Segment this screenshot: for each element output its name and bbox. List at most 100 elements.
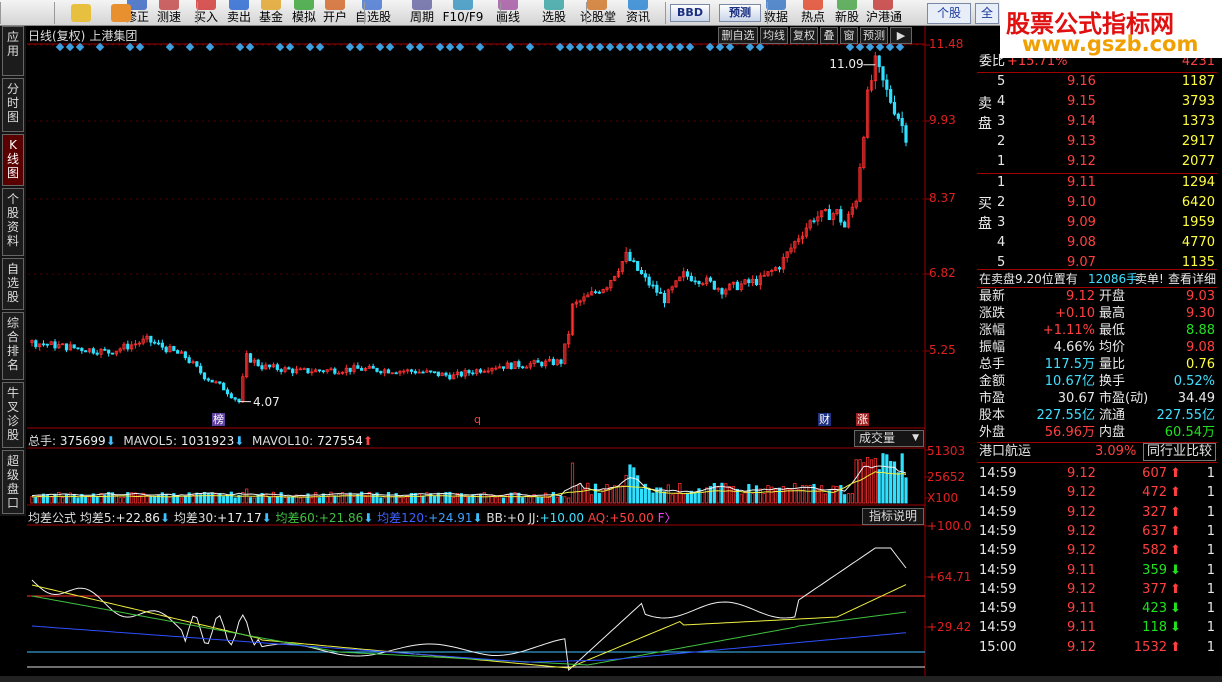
arrow-up-icon: ⬆: [362, 434, 373, 448]
quote-label: 流通: [1099, 408, 1126, 423]
arrow-down-icon: ⬇: [472, 511, 483, 525]
tick-row: 14:59 9.12 637 ⬆ 1: [977, 522, 1217, 541]
candle-body: [53, 341, 57, 349]
tick-time: 15:00: [979, 639, 1017, 655]
volume-bar: [639, 488, 644, 504]
volume-bar: [206, 492, 210, 504]
tick-time: 14:59: [979, 601, 1017, 617]
candle-body: [76, 347, 80, 350]
candle-body: [651, 284, 655, 287]
d30-value: +17.17: [217, 511, 262, 525]
quote-row-8: 外盘 56.96万 内盘 60.54万: [977, 424, 1217, 441]
candle-body: [877, 55, 881, 68]
quote-value: 0.76: [1186, 357, 1215, 372]
volume-bar: [202, 491, 207, 504]
volume-axis-label: X100: [927, 491, 959, 505]
candle-body: [900, 117, 904, 127]
volume-bar: [210, 492, 214, 504]
chart-control-3[interactable]: 叠: [820, 27, 838, 44]
tick-volume: 1532: [1133, 639, 1167, 655]
candle-body: [287, 367, 291, 370]
volume-indicator-button[interactable]: 成交量 ▼: [854, 430, 924, 447]
chart-control-4[interactable]: 窗: [840, 27, 858, 44]
candle-body: [110, 352, 115, 355]
order-level: 5: [997, 74, 1006, 89]
volume-bar: [540, 497, 544, 504]
volume-bar: [647, 488, 651, 504]
volume-bar: [839, 485, 843, 504]
candle-body: [655, 284, 659, 293]
arrow-up-icon: ⬆: [1170, 466, 1181, 481]
candle-body: [459, 371, 463, 377]
candle-body: [754, 278, 759, 286]
quote-label: 涨跌: [979, 306, 1006, 321]
chart-control-5[interactable]: 预测: [860, 27, 888, 44]
volume-bar: [881, 453, 885, 504]
price-axis-label: 11.48: [929, 37, 964, 51]
candle-body: [501, 366, 506, 369]
sector-compare-button[interactable]: 同行业比较: [1143, 443, 1217, 461]
candle-body: [643, 273, 647, 278]
order-price: 9.11: [1067, 175, 1096, 190]
tick-price: 9.11: [1067, 562, 1096, 578]
order-level: 4: [997, 235, 1006, 250]
volume-total-label: 总手:: [28, 434, 57, 448]
sell-row-3: 3 9.14 1373: [977, 112, 1217, 132]
quote-label: 涨幅: [979, 323, 1006, 338]
arrow-down-icon: ⬇: [159, 511, 171, 525]
tick-price: 9.12: [1067, 504, 1096, 520]
quote-label: 总手: [979, 357, 1006, 372]
sector-row: 港口航运 3.09% 同行业比较: [977, 442, 1217, 462]
tick-volume: 472: [1142, 485, 1167, 501]
tick-volume: 637: [1142, 523, 1167, 539]
candle-body: [478, 369, 483, 373]
candle-body: [176, 350, 180, 354]
kline-chart[interactable]: [0, 0, 977, 682]
chart-control-0[interactable]: 删自选: [718, 27, 758, 44]
event-label-bang[interactable]: 榜: [212, 413, 225, 426]
aq-value: +50.00: [609, 511, 654, 525]
candle-body: [735, 281, 739, 291]
candle-body: [712, 280, 716, 290]
tick-row: 14:59 9.11 118 ⬇ 1: [977, 618, 1217, 637]
volume-bar: [164, 493, 168, 504]
volume-bar: [436, 492, 440, 504]
quote-value: 56.96万: [1044, 425, 1095, 440]
volume-bar: [149, 496, 153, 504]
indicator-axis-label: +100.0: [927, 519, 972, 533]
chart-control-2[interactable]: 复权: [790, 27, 818, 44]
candle-body: [597, 291, 601, 294]
order-price: 9.10: [1067, 195, 1096, 210]
volume-bar: [64, 493, 69, 504]
candle-body: [885, 79, 889, 90]
dropdown-icon: ▼: [912, 433, 919, 443]
candle-body: [827, 209, 831, 221]
d60-label: 均差60:: [275, 511, 319, 525]
indicator-help-button[interactable]: 指标说明: [862, 508, 924, 525]
event-label-zhang[interactable]: 涨: [856, 413, 869, 426]
quote-row-3: 振幅 4.66% 均价 9.08: [977, 339, 1217, 356]
tab-all[interactable]: 全: [975, 3, 999, 24]
volume-bar: [386, 491, 391, 504]
order-level: 2: [997, 134, 1006, 149]
event-label-cai[interactable]: 财: [818, 413, 831, 426]
event-label-q[interactable]: q: [473, 413, 482, 426]
candle-body: [183, 351, 187, 359]
notice-detail-link[interactable]: 查看详细: [1168, 269, 1216, 289]
chart-control-1[interactable]: 均线: [760, 27, 788, 44]
chart-control-6[interactable]: ▶: [890, 27, 912, 44]
volume-bar: [279, 492, 283, 504]
candle-body: [559, 359, 563, 364]
candle-body: [153, 341, 157, 344]
candle-body: [199, 365, 203, 374]
arrow-up-icon: ⬆: [1170, 543, 1181, 559]
tick-count: 1: [1206, 639, 1215, 655]
sell-row-4: 4 9.15 3793: [977, 92, 1217, 112]
candle-body: [540, 361, 544, 367]
sector-name: 港口航运: [979, 444, 1032, 459]
candle-body: [64, 343, 69, 351]
candle-body: [321, 370, 325, 373]
candle-body: [689, 275, 693, 282]
d5-label: 均差5:: [79, 511, 116, 525]
mavol10-value: 727554: [317, 434, 363, 448]
